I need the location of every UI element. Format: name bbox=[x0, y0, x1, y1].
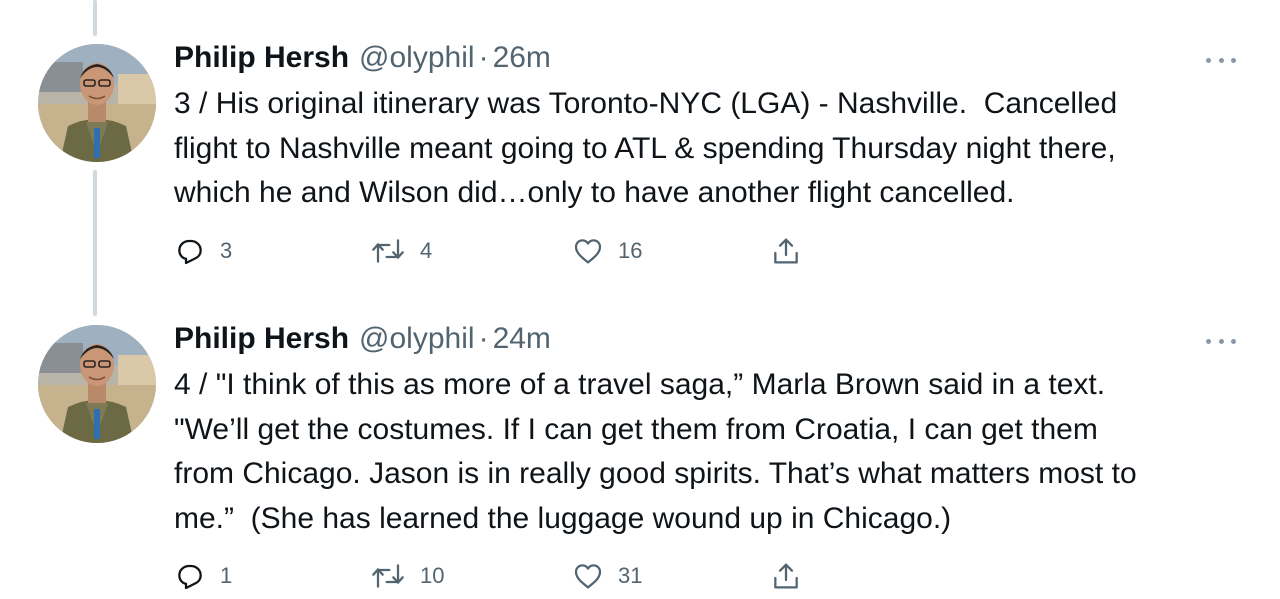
tweet-actions: 1 10 31 bbox=[174, 559, 814, 593]
tweet-timestamp[interactable]: 24m bbox=[493, 321, 551, 357]
like-button[interactable]: 16 bbox=[572, 234, 642, 268]
tweet-text: 4 / "I think of this as more of a travel… bbox=[174, 368, 1137, 535]
retweet-icon bbox=[372, 564, 404, 588]
like-button[interactable]: 31 bbox=[572, 559, 642, 593]
author-handle[interactable]: @olyphil bbox=[359, 40, 475, 76]
retweet-icon bbox=[372, 239, 404, 263]
header-separator: · bbox=[478, 322, 489, 355]
author-name[interactable]: Philip Hersh bbox=[174, 321, 349, 357]
reply-button[interactable]: 1 bbox=[174, 559, 232, 593]
like-count: 16 bbox=[618, 238, 643, 263]
author-handle[interactable]: @olyphil bbox=[359, 321, 475, 357]
retweet-button[interactable]: 10 bbox=[370, 559, 444, 593]
more-icon[interactable] bbox=[1206, 333, 1236, 349]
more-icon[interactable] bbox=[1206, 52, 1236, 68]
share-button[interactable] bbox=[770, 559, 802, 593]
tweet-actions: 3 4 16 bbox=[174, 234, 814, 268]
author-name[interactable]: Philip Hersh bbox=[174, 40, 349, 76]
retweet-button[interactable]: 4 bbox=[370, 234, 432, 268]
like-count: 31 bbox=[618, 563, 643, 588]
tweet[interactable]: Philip Hersh @olyphil · 24m 4 / "I think… bbox=[0, 300, 1280, 599]
reply-count: 1 bbox=[220, 563, 233, 588]
tweet[interactable]: Philip Hersh @olyphil · 26m 3 / His orig… bbox=[0, 0, 1280, 300]
heart-icon bbox=[574, 564, 602, 589]
retweet-count: 4 bbox=[420, 238, 433, 263]
avatar[interactable] bbox=[38, 325, 156, 443]
avatar[interactable] bbox=[38, 44, 156, 162]
tweet-timestamp[interactable]: 26m bbox=[493, 40, 551, 76]
heart-icon bbox=[574, 239, 602, 264]
tweet-header: Philip Hersh @olyphil · 26m bbox=[174, 40, 1234, 76]
reply-count: 3 bbox=[220, 238, 233, 263]
reply-button[interactable]: 3 bbox=[174, 234, 232, 268]
timeline: Philip Hersh @olyphil · 26m 3 / His orig… bbox=[0, 0, 1280, 599]
header-separator: · bbox=[478, 41, 489, 74]
tweet-text: 3 / His original itinerary was Toronto-N… bbox=[174, 87, 1118, 209]
tweet-header: Philip Hersh @olyphil · 24m bbox=[174, 321, 1234, 357]
share-icon bbox=[774, 238, 798, 264]
share-button[interactable] bbox=[770, 234, 802, 268]
reply-icon bbox=[178, 564, 202, 590]
reply-icon bbox=[178, 239, 202, 265]
retweet-count: 10 bbox=[420, 563, 445, 588]
share-icon bbox=[774, 563, 798, 589]
